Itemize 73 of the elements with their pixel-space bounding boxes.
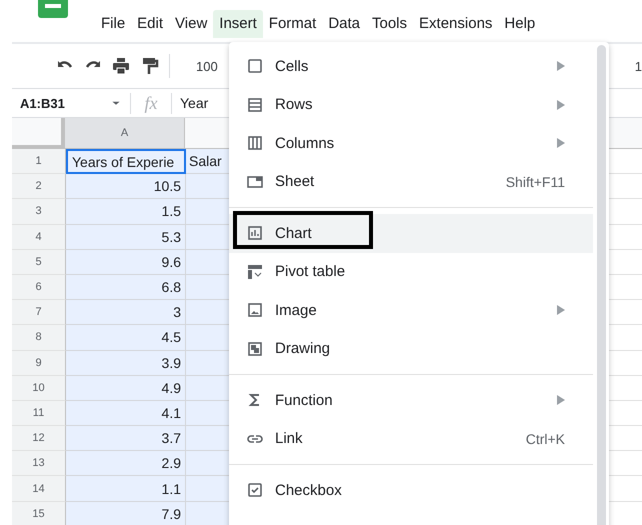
row-header[interactable]: 12 [12,426,66,452]
menu-option[interactable]: Drawing [229,330,593,368]
table-cell[interactable]: Years of Experie [66,149,186,174]
square-icon [247,58,263,74]
image-icon [247,302,263,318]
menu-option[interactable]: Columns [229,124,593,162]
row-header[interactable]: 7 [12,300,66,326]
submenu-arrow-icon [557,305,565,316]
row-header[interactable]: 4 [12,224,66,250]
menu-option[interactable]: Rows [229,86,593,124]
row-header[interactable]: 8 [12,325,66,350]
zoom-value[interactable]: 100 [196,58,218,74]
table-cell[interactable]: 1.5 [66,199,186,225]
print-icon[interactable] [111,56,131,76]
row-header[interactable]: 15 [12,502,66,525]
sheet-icon [247,174,263,190]
menu-item[interactable]: Extensions [413,10,498,38]
menu-item[interactable]: Insert [213,10,263,38]
pivot-table-icon [247,264,263,280]
row-header[interactable]: 2 [12,174,66,200]
table-cell[interactable]: 4.1 [66,400,186,426]
menu-item[interactable]: Help [498,10,542,38]
menu-option[interactable]: Function [229,381,593,420]
row-header[interactable]: 13 [12,451,66,476]
table-cell[interactable]: 3.7 [66,426,186,452]
row-header[interactable]: 3 [12,199,66,225]
table-cell[interactable]: 3 [66,300,186,326]
menu-option[interactable]: Chart [229,214,593,252]
table-cell[interactable]: 5.3 [66,224,186,250]
columns-icon [247,135,263,152]
table-cell[interactable]: 10.5 [66,174,186,200]
submenu-arrow-icon [557,138,565,148]
formula-input[interactable]: Year [172,95,208,111]
table-cell[interactable]: 6.8 [66,274,186,300]
table-cell[interactable]: 7.9 [66,502,186,525]
menu-option[interactable]: Checkbox [229,471,593,510]
table-cell[interactable]: 9.6 [66,250,186,275]
menu-option[interactable]: Cells [229,47,593,86]
fx-label: fx [130,92,172,114]
row-header[interactable]: 5 [12,250,66,275]
menu-option[interactable]: Sheet Shift+F11 [229,162,593,201]
sheets-logo-icon[interactable] [38,0,68,18]
drawing-icon [247,340,263,357]
menu-item[interactable]: View [169,10,214,38]
row-header[interactable]: 11 [12,400,66,426]
menu-item[interactable]: Edit [131,10,170,38]
scrollbar[interactable] [597,45,606,525]
table-cell[interactable]: 2.9 [66,451,186,476]
submenu-arrow-icon [557,395,565,406]
row-header[interactable]: 6 [12,274,66,300]
chart-icon [247,225,263,242]
menu-option[interactable]: Image [229,291,593,330]
rows-icon [247,96,263,113]
row-header[interactable]: 1 [12,149,66,174]
submenu-arrow-icon [557,61,565,72]
menu-item[interactable]: Tools [366,10,414,38]
submenu-arrow-icon [557,100,565,110]
table-cell[interactable]: 1.1 [66,476,186,502]
menu-option[interactable]: Pivot table [229,252,593,291]
row-header[interactable]: 9 [12,350,66,376]
name-box[interactable]: A1:B31 [12,96,110,110]
menu-item[interactable]: File [95,10,132,38]
font-size-value[interactable]: 1 [634,58,642,74]
table-cell[interactable]: 3.9 [66,350,186,376]
menu-option[interactable]: Link Ctrl+K [229,420,593,458]
menu-item[interactable]: Format [262,10,322,38]
table-cell[interactable]: 4.9 [66,376,186,401]
menu-item[interactable]: Data [322,10,366,38]
table-cell[interactable]: 4.5 [66,325,186,350]
row-header[interactable]: 14 [12,476,66,502]
checkbox-icon [247,482,263,498]
row-header[interactable]: 10 [12,376,66,401]
column-header[interactable]: A [65,118,185,149]
